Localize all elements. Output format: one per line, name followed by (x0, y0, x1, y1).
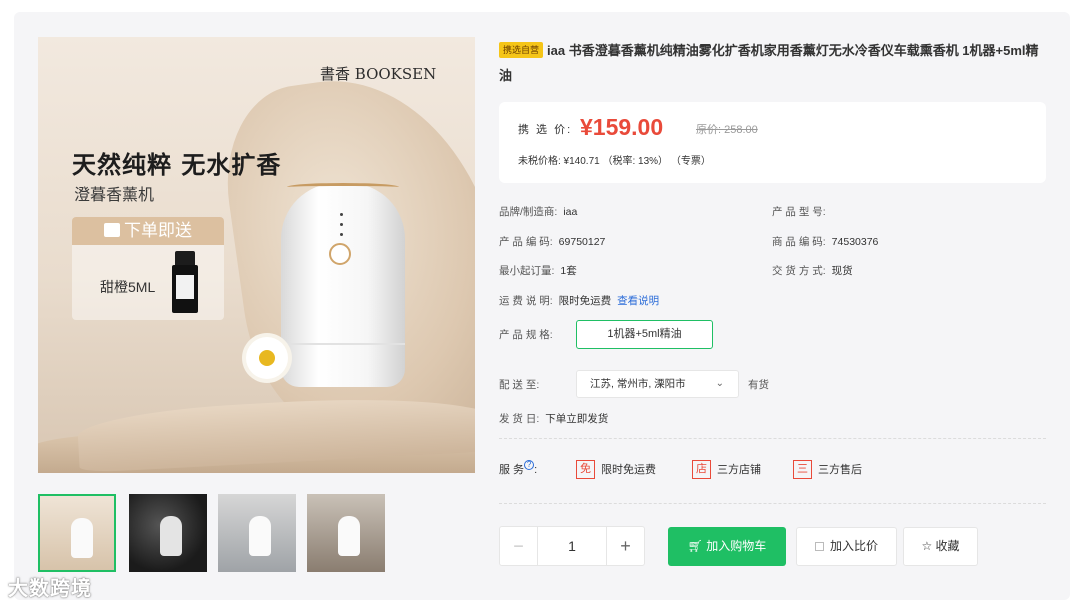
free-shipping-icon: 免 (576, 460, 595, 479)
price-box: 携 选 价: ¥159.00 原价: 258.00 未税价格: ¥140.71 … (499, 102, 1046, 183)
checkbox-icon (814, 542, 824, 551)
freight-info-link[interactable]: 查看说明 (617, 295, 659, 307)
attr-ship-date: 发 货 日: 下单立即发货 (499, 413, 609, 425)
service-third-party-aftersales: 三三方售后 (793, 458, 862, 482)
stock-status: 有货 (748, 379, 769, 391)
price-value: ¥159.00 (580, 114, 664, 140)
help-icon[interactable]: ? (524, 460, 535, 470)
diffuser-image (281, 183, 405, 387)
star-icon: ☆ (921, 539, 936, 553)
gift-item-label: 甜橙5ML (100, 279, 156, 295)
compare-button[interactable]: 加入比价 (796, 527, 897, 566)
tax-price: 未税价格: ¥140.71 （税率: 13%） （专票） (518, 156, 711, 167)
image-headline: 天然纯粹 无水扩香 (72, 150, 282, 179)
thumbnail-1[interactable] (38, 494, 116, 572)
brand-mark: 書香 BOOKSEN (320, 65, 437, 83)
attr-freight: 运 费 说 明: 限时免运费 查看说明 (499, 295, 660, 307)
gift-icon (104, 223, 120, 237)
divider (499, 503, 1046, 504)
product-title: 携选自营 iaa 书香澄暮香薰机纯精油雾化扩香机家用香薰灯无水冷香仪车载熏香机 1… (499, 38, 1039, 88)
gift-promo: 下单即送 甜橙5ML (72, 217, 224, 320)
oil-bottle-image (172, 251, 198, 313)
divider (499, 438, 1046, 439)
quantity-stepper: − 1 + (499, 526, 645, 566)
ship-to-select[interactable]: 江苏, 常州市, 溧阳市 ⌄ (576, 370, 739, 398)
price-label: 携 选 价: (518, 124, 573, 136)
attr-product-code: 产 品 编 码: 69750127 (499, 236, 606, 248)
cart-icon: 🛒︎ (687, 539, 707, 553)
gift-tag: 下单即送 (72, 217, 224, 245)
services-label: 服 务?: (499, 460, 538, 476)
main-product-image[interactable]: 書香 BOOKSEN 天然纯粹 无水扩香 澄暮香薰机 下单即送 甜橙5ML (38, 37, 475, 473)
quantity-input[interactable]: 1 (538, 527, 606, 565)
quantity-plus-button[interactable]: + (606, 527, 644, 565)
gift-tag-label: 下单即送 (124, 221, 192, 240)
attr-moq: 最小起订量: 1套 (499, 265, 577, 277)
flower-image (246, 337, 288, 379)
watermark: 大数跨境 (8, 578, 92, 600)
image-subline: 澄暮香薰机 (74, 187, 155, 204)
service-third-party-store: 店三方店铺 (692, 458, 761, 482)
favorite-button[interactable]: ☆ 收藏 (903, 527, 978, 566)
store-icon: 店 (692, 460, 711, 479)
attr-spec-label: 产 品 规 格: (499, 329, 553, 341)
thumbnail-4[interactable] (307, 494, 385, 572)
add-to-cart-button[interactable]: 🛒︎ 加入购物车 (668, 527, 786, 566)
attr-model: 产 品 型 号: (772, 206, 826, 218)
attr-delivery: 交 货 方 式: 现货 (772, 265, 853, 277)
original-price: 原价: 258.00 (696, 124, 758, 136)
chevron-down-icon: ⌄ (715, 378, 724, 389)
thumbnail-2[interactable] (129, 494, 207, 572)
spec-option[interactable]: 1机器+5ml精油 (576, 320, 713, 349)
diffuser-knob (329, 243, 351, 265)
self-operated-badge: 携选自营 (499, 42, 544, 58)
service-free-shipping: 免限时免运费 (576, 458, 656, 482)
thumbnail-3[interactable] (218, 494, 296, 572)
attr-ship-to-label: 配 送 至: (499, 379, 540, 391)
quantity-minus-button[interactable]: − (500, 527, 538, 565)
attr-sku: 商 品 编 码: 74530376 (772, 236, 879, 248)
product-title-text: iaa 书香澄暮香薰机纯精油雾化扩香机家用香薰灯无水冷香仪车载熏香机 1机器+5… (499, 43, 1039, 83)
aftersales-icon: 三 (793, 460, 812, 479)
attr-brand: 品牌/制造商: iaa (499, 206, 578, 218)
